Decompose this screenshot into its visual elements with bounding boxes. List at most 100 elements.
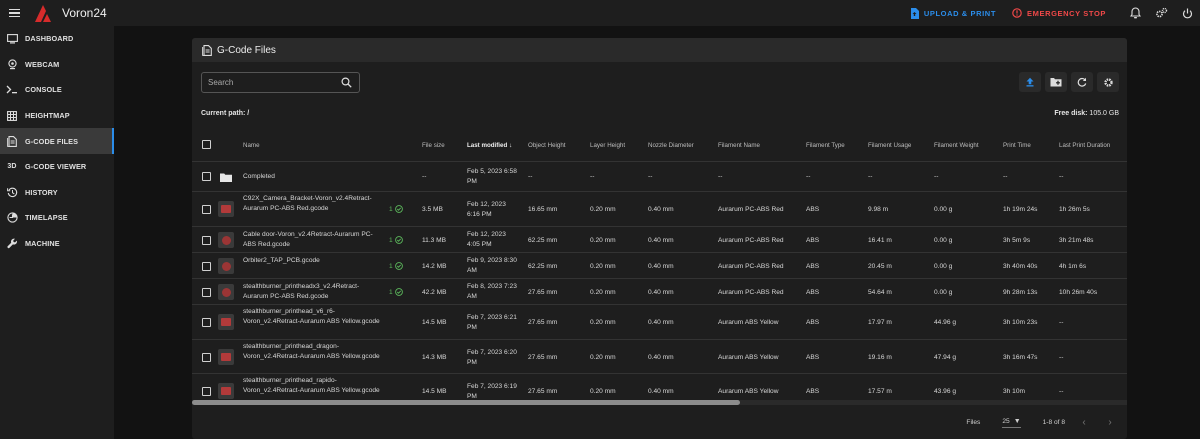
file-name[interactable]: C92X_Camera_Bracket-Voron_v2.4Retract-Au… (243, 194, 383, 213)
upload-print-button[interactable]: UPLOAD & PRINT (902, 0, 1004, 26)
col-modified[interactable]: Last modified ↓ (467, 141, 512, 151)
file-name[interactable]: Completed (243, 172, 275, 182)
scrollbar-thumb[interactable] (192, 400, 740, 405)
filament-name: Aurarum PC-ABS Red (718, 206, 784, 213)
col-layer-height[interactable]: Layer Height (590, 141, 625, 151)
menu-icon[interactable] (0, 0, 28, 26)
free-disk-value: 105.0 GB (1089, 110, 1119, 117)
row-checkbox[interactable] (202, 288, 211, 297)
col-last-duration[interactable]: Last Print Duration (1059, 141, 1110, 151)
table-row[interactable]: Orbiter2_TAP_PCB.gcode 1 14.2 MB Feb 9, … (192, 253, 1127, 279)
object-height: -- (528, 173, 533, 180)
wrench-icon (6, 238, 18, 250)
table-row[interactable]: stealthburner_printheadx3_v2.4Retract-Au… (192, 279, 1127, 305)
col-filament-usage[interactable]: Filament Usage (868, 141, 911, 151)
table-row[interactable]: stealthburner_printhead_dragon-Voron_v2.… (192, 340, 1127, 374)
history-icon (6, 186, 18, 198)
last-print-duration: 1h 26m 5s (1059, 206, 1090, 213)
row-checkbox[interactable] (202, 172, 211, 181)
row-checkbox[interactable] (202, 236, 211, 245)
sidebar-item-history[interactable]: HISTORY (0, 180, 114, 206)
table-row[interactable]: C92X_Camera_Bracket-Voron_v2.4Retract-Au… (192, 192, 1127, 227)
object-height: 62.25 mm (528, 263, 558, 270)
refresh-button[interactable] (1071, 72, 1093, 92)
cogs-icon[interactable] (1148, 0, 1174, 26)
chevron-right-icon[interactable]: › (1103, 416, 1117, 430)
filament-type: ABS (806, 354, 820, 361)
sidebar-item-label: WEBCAM (25, 59, 60, 69)
print-count-value: 1 (389, 236, 393, 244)
sidebar-item-console[interactable]: CONSOLE (0, 77, 114, 103)
folder-icon (220, 173, 232, 182)
per-page-select[interactable]: 25 ▼ (1002, 417, 1021, 428)
file-name[interactable]: Cable door-Voron_v2.4Retract-Aurarum PC-… (243, 230, 383, 249)
search-icon[interactable] (341, 77, 352, 88)
object-height: 62.25 mm (528, 237, 558, 244)
filament-type: ABS (806, 237, 820, 244)
row-checkbox[interactable] (202, 387, 211, 396)
file-size: -- (422, 173, 427, 180)
per-page-value: 25 (1002, 417, 1010, 425)
filament-name: Aurarum PC-ABS Red (718, 237, 784, 244)
col-nozzle[interactable]: Nozzle Diameter (648, 141, 694, 151)
sidebar-item-machine[interactable]: MACHINE (0, 231, 114, 257)
col-print-time[interactable]: Print Time (1003, 141, 1031, 151)
filament-weight: 0.00 g (934, 289, 953, 296)
emergency-stop-button[interactable]: EMERGENCY STOP (1004, 0, 1114, 26)
file-icon (6, 135, 18, 147)
filament-weight: -- (934, 173, 939, 180)
row-checkbox[interactable] (202, 205, 211, 214)
col-size[interactable]: File size (422, 141, 445, 151)
file-size: 11.3 MB (422, 237, 447, 244)
sidebar-item-timelapse[interactable]: TIMELAPSE (0, 205, 114, 231)
upload-file-button[interactable] (1019, 72, 1041, 92)
col-filament-name[interactable]: Filament Name (718, 141, 760, 151)
file-name[interactable]: Orbiter2_TAP_PCB.gcode (243, 256, 383, 266)
sidebar-item-heightmap[interactable]: HEIGHTMAP (0, 103, 114, 129)
col-filament-weight[interactable]: Filament Weight (934, 141, 979, 151)
table-row[interactable]: Completed -- Feb 5, 2023 6:58 PM -- -- -… (192, 162, 1127, 192)
last-print-duration: -- (1059, 173, 1064, 180)
sidebar-item-gcode-files[interactable]: G-CODE FILES (0, 128, 114, 154)
file-name[interactable]: stealthburner_printhead_v6_r6-Voron_v2.4… (243, 307, 383, 326)
sidebar-item-label: DASHBOARD (25, 34, 74, 44)
nozzle-diameter: 0.40 mm (648, 206, 674, 213)
filament-weight: 47.94 g (934, 354, 956, 361)
table-row[interactable]: stealthburner_printhead_rapido-Voron_v2.… (192, 374, 1127, 400)
sidebar-item-dashboard[interactable]: DASHBOARD (0, 26, 114, 52)
sidebar-item-webcam[interactable]: WEBCAM (0, 52, 114, 78)
folder-plus-icon (1050, 78, 1062, 87)
sidebar-item-label: G-CODE VIEWER (25, 162, 87, 172)
sidebar-item-gcode-viewer[interactable]: 3D G-CODE VIEWER (0, 154, 114, 180)
print-count-value: 1 (389, 205, 393, 213)
file-actions (1019, 72, 1119, 92)
timelapse-icon (6, 212, 18, 224)
table-row[interactable]: Cable door-Voron_v2.4Retract-Aurarum PC-… (192, 227, 1127, 253)
row-checkbox[interactable] (202, 262, 211, 271)
search-input[interactable] (202, 78, 332, 87)
upload-print-label: UPLOAD & PRINT (923, 8, 997, 18)
file-name[interactable]: stealthburner_printheadx3_v2.4Retract-Au… (243, 282, 383, 301)
col-object-height[interactable]: Object Height (528, 141, 566, 151)
power-icon[interactable] (1174, 0, 1200, 26)
console-icon (6, 84, 18, 96)
horizontal-scrollbar[interactable] (192, 400, 1127, 405)
table-row[interactable]: stealthburner_printhead_v6_r6-Voron_v2.4… (192, 305, 1127, 340)
row-checkbox[interactable] (202, 318, 211, 327)
chevron-left-icon[interactable]: ‹ (1077, 416, 1091, 430)
col-filament-type[interactable]: Filament Type (806, 141, 845, 151)
col-name[interactable]: Name (243, 141, 260, 151)
bell-icon[interactable] (1122, 0, 1148, 26)
settings-button[interactable] (1097, 72, 1119, 92)
object-height: 27.65 mm (528, 319, 558, 326)
filament-usage: 16.41 m (868, 237, 892, 244)
file-modified: Feb 8, 2023 7:23 AM (467, 283, 517, 300)
select-all-checkbox[interactable] (202, 140, 211, 149)
filament-name: Aurarum ABS Yellow (718, 319, 779, 326)
last-print-duration: 4h 1m 6s (1059, 263, 1087, 270)
filament-type: ABS (806, 206, 820, 213)
file-name[interactable]: stealthburner_printhead_dragon-Voron_v2.… (243, 342, 383, 361)
row-checkbox[interactable] (202, 353, 211, 362)
file-name[interactable]: stealthburner_printhead_rapido-Voron_v2.… (243, 376, 383, 395)
new-folder-button[interactable] (1045, 72, 1067, 92)
